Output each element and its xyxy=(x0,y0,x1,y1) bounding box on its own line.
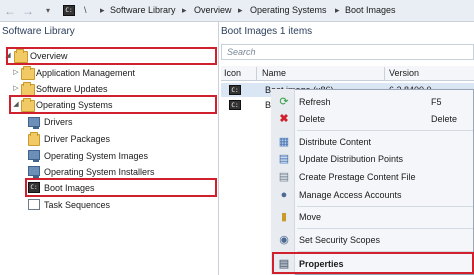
folder-icon xyxy=(28,132,40,146)
menu-item-label: Move xyxy=(299,212,322,222)
update-icon: ▤ xyxy=(278,153,290,165)
menu-item-label: Create Prestage Content File xyxy=(299,172,416,182)
breadcrumb-separator-icon: ▸ xyxy=(238,5,243,15)
tree-item-drivers[interactable]: Drivers xyxy=(28,114,218,130)
highlight-box-properties xyxy=(272,252,474,274)
delete-icon: ✖ xyxy=(279,113,289,125)
menu-item-set-security-scopes[interactable]: ◉ Set Security Scopes xyxy=(275,232,474,248)
breadcrumb-separator-icon: ▸ xyxy=(100,5,105,15)
boot-image-icon: C: xyxy=(229,100,241,110)
menu-item-label: Update Distribution Points xyxy=(299,154,404,164)
tree-item-label: Drivers xyxy=(44,117,73,127)
back-arrow-icon[interactable]: ← xyxy=(2,3,18,19)
forward-arrow-icon[interactable]: → xyxy=(20,3,36,19)
menu-item-delete[interactable]: ✖ Delete Delete xyxy=(275,111,474,127)
expand-triangle-icon[interactable]: ▷ xyxy=(12,65,20,81)
breadcrumb-software-library[interactable]: Software Library xyxy=(110,5,176,15)
highlight-box-boot-images xyxy=(25,178,217,197)
menu-item-label: Distribute Content xyxy=(299,137,372,147)
menu-item-label: Delete xyxy=(299,114,326,124)
breadcrumb-separator-icon: ▸ xyxy=(335,5,340,15)
tree-item-task-sequences[interactable]: Task Sequences xyxy=(28,197,218,213)
boot-image-icon: C: xyxy=(229,85,241,95)
column-header-icon[interactable]: Icon xyxy=(224,68,241,78)
tree-item-driver-packages[interactable]: Driver Packages xyxy=(28,131,218,147)
security-icon: ◉ xyxy=(279,234,289,246)
menu-item-shortcut: Delete xyxy=(431,114,458,124)
breadcrumb-boot-images[interactable]: Boot Images xyxy=(345,5,396,15)
tree-item-application-management[interactable]: ▷ Application Management xyxy=(12,65,218,81)
menu-item-distribute-content[interactable]: ▦ Distribute Content xyxy=(275,134,474,150)
column-divider[interactable] xyxy=(256,67,257,80)
menu-item-label: Set Security Scopes xyxy=(299,235,381,245)
tree-item-operating-system-images[interactable]: Operating System Images xyxy=(28,148,218,164)
menu-item-manage-access-accounts[interactable]: ● Manage Access Accounts xyxy=(275,187,474,203)
menu-separator xyxy=(297,206,473,207)
results-pane-title: Boot Images 1 items xyxy=(221,26,313,37)
distribute-icon: ▦ xyxy=(278,136,290,148)
column-header-version[interactable]: Version xyxy=(389,68,419,78)
computer-icon xyxy=(28,150,40,162)
breadcrumb-separator-icon: ▸ xyxy=(182,5,187,15)
tree-item-label: Driver Packages xyxy=(44,134,111,144)
highlight-box-overview xyxy=(6,47,217,65)
breadcrumb-operating-systems[interactable]: Operating Systems xyxy=(250,5,327,15)
menu-item-label: Manage Access Accounts xyxy=(299,190,402,200)
menu-item-refresh[interactable]: ⟳ Refresh F5 xyxy=(275,94,474,110)
search-input[interactable]: Search xyxy=(221,44,474,60)
menu-item-shortcut: F5 xyxy=(431,97,442,107)
prestage-icon: ▤ xyxy=(278,171,290,183)
tree-item-label: Application Management xyxy=(36,68,136,78)
menu-separator xyxy=(297,130,473,131)
column-header-bar xyxy=(221,66,474,81)
tree-item-label: Task Sequences xyxy=(44,200,111,210)
breadcrumb-root[interactable]: \ xyxy=(84,5,87,15)
column-divider[interactable] xyxy=(384,67,385,80)
menu-separator xyxy=(297,228,473,229)
navigation-pane-title: Software Library xyxy=(2,26,75,37)
highlight-box-operating-systems xyxy=(9,95,217,114)
driver-icon xyxy=(28,117,40,129)
menu-item-update-distribution-points[interactable]: ▤ Update Distribution Points xyxy=(275,151,474,167)
accounts-icon: ● xyxy=(280,189,288,201)
menu-item-move[interactable]: ▮ Move xyxy=(275,209,474,225)
task-sequence-icon xyxy=(28,199,40,210)
tree-item-label: Operating System Images xyxy=(44,151,149,161)
menu-item-create-prestage-content-file[interactable]: ▤ Create Prestage Content File xyxy=(275,169,474,185)
console-icon: C: xyxy=(63,5,75,16)
folder-icon xyxy=(21,66,35,80)
computer-icon xyxy=(28,166,40,178)
breadcrumb-overview[interactable]: Overview xyxy=(194,5,232,15)
dropdown-arrow-icon[interactable]: ▾ xyxy=(40,3,56,19)
move-icon: ▮ xyxy=(280,211,288,223)
menu-item-label: Refresh xyxy=(299,97,331,107)
column-header-name[interactable]: Name xyxy=(262,68,286,78)
refresh-icon: ⟳ xyxy=(279,96,289,108)
